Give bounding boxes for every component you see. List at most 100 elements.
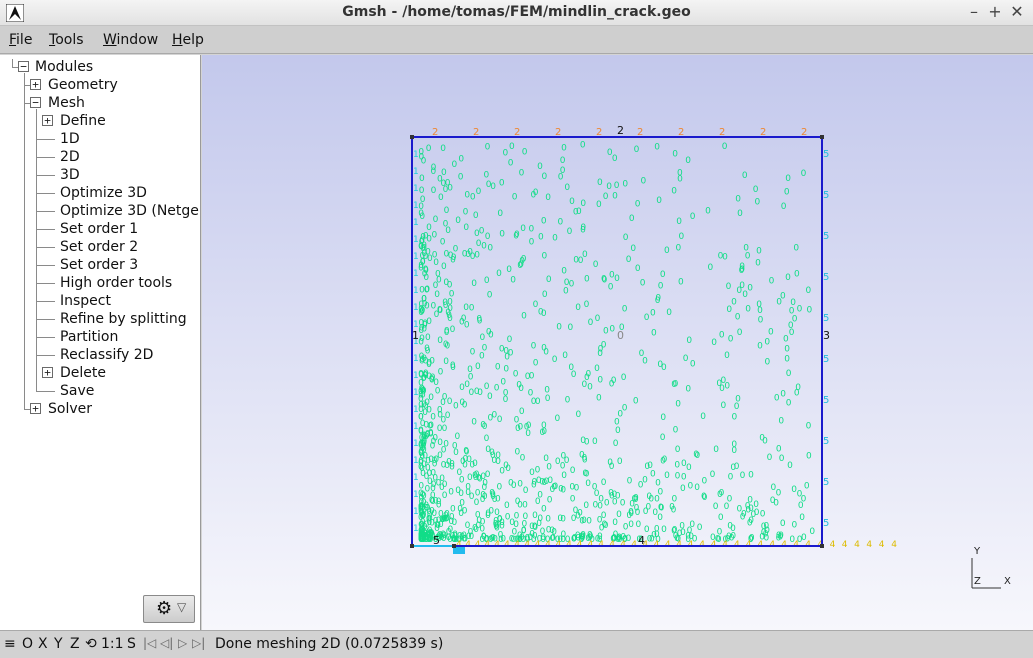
boundary-node-label: 1 [413,218,419,228]
collapse-toggle-icon[interactable]: − [30,97,41,108]
scale-button[interactable]: 1:1 [101,636,124,652]
mesh-node-label: 0 [679,232,685,242]
menu-help[interactable]: Help [172,32,204,48]
boundary-node-label: 5 [823,149,829,160]
mesh-node-label: 0 [681,459,687,469]
boundary-node-label: 1 [413,405,419,415]
tree-item-optimize-3d-netgen[interactable]: Optimize 3D (Netgen) [60,202,200,220]
mesh-node-label: 0 [628,509,634,519]
mesh-node-label: 0 [528,389,534,399]
tree-item-refine-by-splitting[interactable]: Refine by splitting [60,310,187,328]
tree-item-2d[interactable]: 2D [60,148,80,166]
mesh-node-label: 0 [576,207,582,217]
mesh-node-label: 0 [583,501,589,511]
nav-next-icon[interactable]: ▷ [178,636,187,650]
mesh-node-label: 0 [546,463,552,473]
menu-window[interactable]: Window [103,32,158,48]
nav-first-icon[interactable]: |◁ [143,636,156,650]
mesh-node-label: 0 [496,269,502,279]
mesh-node-label: 0 [537,162,543,172]
rotate-icon[interactable]: ⟲ [85,636,97,652]
mesh-node-label: 0 [523,486,529,496]
mesh-node-label: 0 [443,357,449,367]
mesh-node-label: 0 [612,490,618,500]
mesh-node-label: 0 [582,469,588,479]
tree-item-save[interactable]: Save [60,382,94,400]
mesh-node-label: 0 [520,454,526,464]
mesh-node-label: 0 [480,517,486,527]
mesh-node-label: 0 [694,483,700,493]
mesh-node-label: 0 [576,410,582,420]
boundary-node-label: 1 [413,388,419,398]
mesh-node-label: 0 [759,433,765,443]
tree-item-set-order-1[interactable]: Set order 1 [60,220,138,238]
boundary-node-label: 4 [891,540,897,550]
mesh-node-label: 0 [455,432,461,442]
tree-item-solver[interactable]: Solver [48,400,92,418]
tree-item-mesh[interactable]: Mesh [48,94,85,112]
mesh-node-label: 0 [537,490,543,500]
mesh-node-label: 0 [425,457,431,467]
mesh-node-label: 0 [444,250,450,260]
mesh-node-label: 0 [596,394,602,404]
menu-tools[interactable]: Tools [49,32,84,48]
tree-item-1d[interactable]: 1D [60,130,80,148]
expand-toggle-icon[interactable]: + [42,367,53,378]
menu-tools-label: ools [55,32,84,48]
mesh-node-label: 0 [434,290,440,300]
close-button[interactable]: ✕ [1007,2,1027,22]
mesh-node-label: 0 [614,181,620,191]
tree-item-set-order-3[interactable]: Set order 3 [60,256,138,274]
tree-item-inspect[interactable]: Inspect [60,292,111,310]
curve-label-bottom: 4 [638,534,645,547]
tree-item-partition[interactable]: Partition [60,328,118,346]
nav-last-icon[interactable]: ▷| [192,636,205,650]
mesh-node-label: 0 [570,466,576,476]
status-menu-icon[interactable]: ≡ [4,636,16,652]
menu-file[interactable]: File [9,32,32,48]
mesh-node-label: 0 [586,517,592,527]
mesh-node-label: 0 [513,520,519,530]
mesh-node-label: 0 [558,217,564,227]
mesh-node-label: 0 [705,207,711,217]
tree-item-delete[interactable]: Delete [60,364,106,382]
mesh-node-label: 0 [735,394,741,404]
view-x-button[interactable]: X [38,636,48,652]
maximize-button[interactable]: + [985,2,1005,22]
expand-toggle-icon[interactable]: + [30,403,41,414]
boundary-node-label: 1 [413,524,419,534]
mesh-node-label: 0 [425,485,431,495]
tree-connector [37,157,55,158]
tree-item-optimize-3d[interactable]: Optimize 3D [60,184,147,202]
tree-item-geometry[interactable]: Geometry [48,76,118,94]
mesh-node-label: 0 [547,496,553,506]
tree-item-modules[interactable]: Modules [35,58,93,76]
select-s-button[interactable]: S [127,636,136,652]
mesh-node-label: 0 [422,408,428,418]
tree-item-3d[interactable]: 3D [60,166,80,184]
collapse-toggle-icon[interactable]: − [18,61,29,72]
tree-item-define[interactable]: Define [60,112,106,130]
mesh-node-label: 0 [420,258,426,268]
mesh-node-label: 0 [561,267,567,277]
tree-item-high-order-tools[interactable]: High order tools [60,274,172,292]
mesh-node-label: 0 [609,324,615,334]
mesh-node-label: 0 [558,173,564,183]
minimize-button[interactable]: – [964,2,984,22]
view-y-button[interactable]: Y [54,636,63,652]
expand-toggle-icon[interactable]: + [42,115,53,126]
tree-item-set-order-2[interactable]: Set order 2 [60,238,138,256]
tree-item-reclassify-2d[interactable]: Reclassify 2D [60,346,153,364]
tree-connector [37,355,55,356]
mesh-node-label: 0 [499,179,505,189]
boundary-node-label: 4 [830,540,836,550]
graphics-viewport[interactable]: 0 0 0 0 0 0 0 0 0 0 0 0 0 0 0 0 0 0 0 0 0 0 0 0 0 0 0 0 0 0 0 0 0 0 0 0 0 0 0 0… [202,55,1033,630]
expand-toggle-icon[interactable]: + [30,79,41,90]
mesh-node-label: 0 [776,445,782,455]
options-gear-button[interactable]: ⚙ ▽ [143,595,195,623]
mesh-node-label: 0 [771,483,777,493]
mesh-node-label: 0 [700,412,706,422]
nav-prev-icon[interactable]: ◁| [160,636,173,650]
view-z-button[interactable]: Z [70,636,80,652]
view-origin-button[interactable]: O [22,636,33,652]
